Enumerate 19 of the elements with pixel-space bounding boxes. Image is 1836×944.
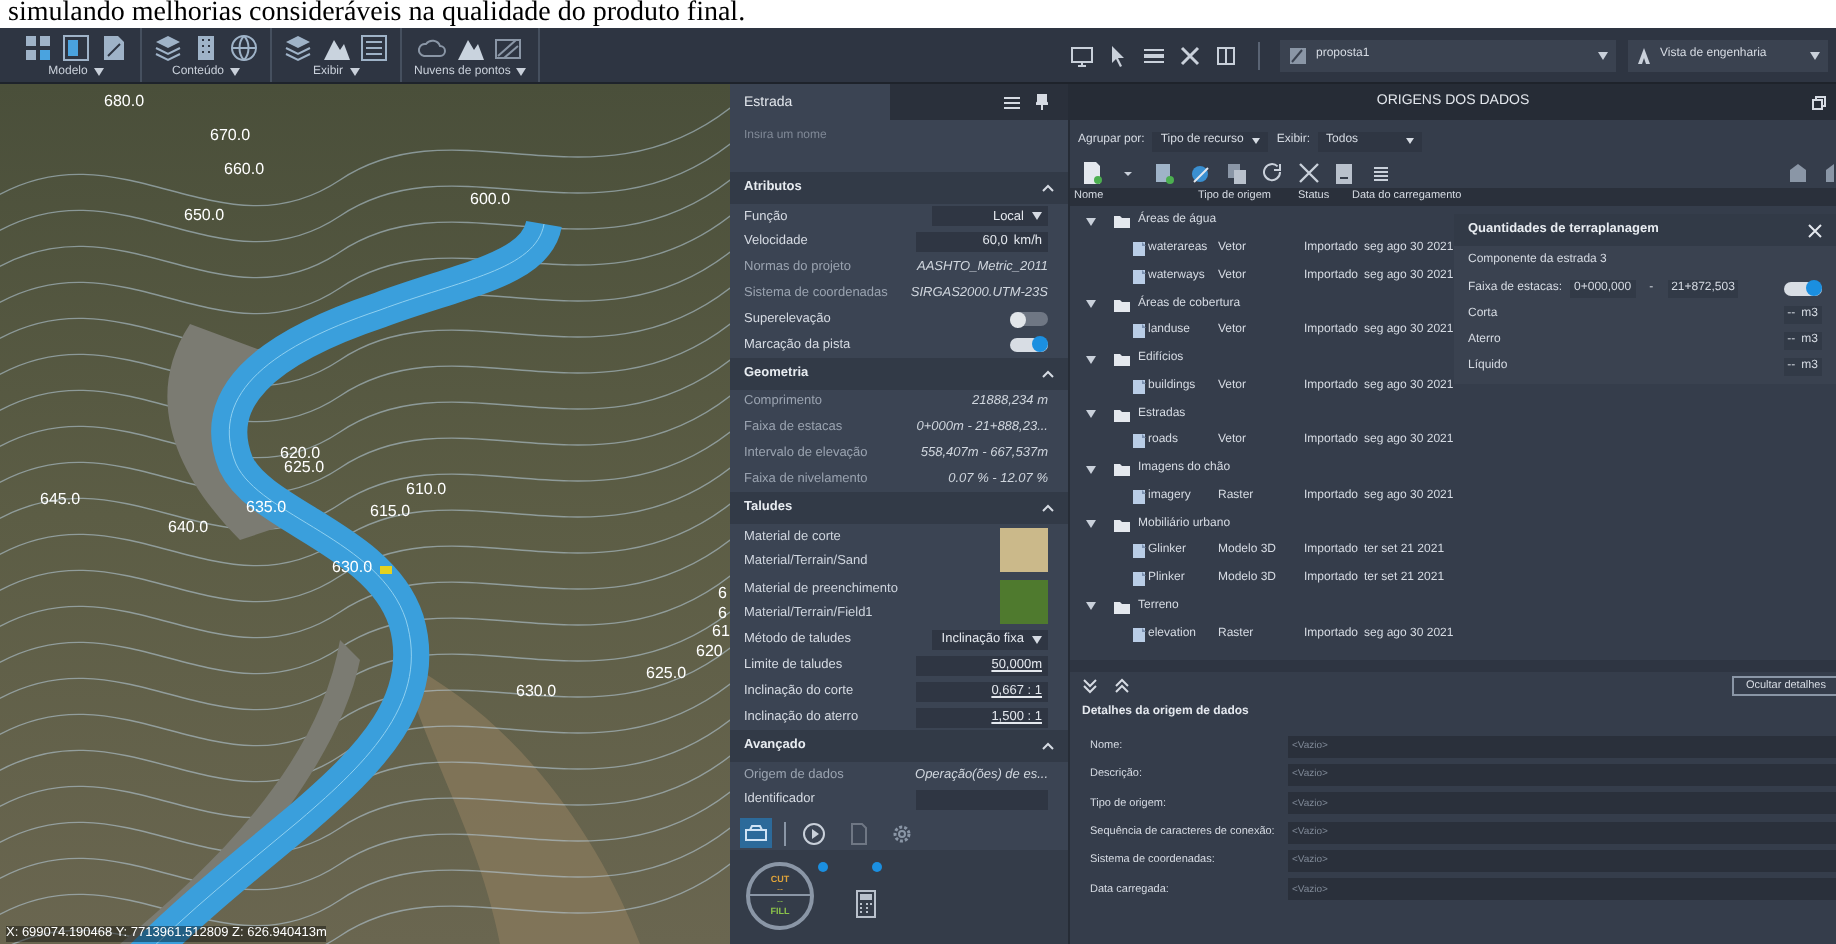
caption-text: simulando melhorias consideráveis na qualidade do produto final. (6, 0, 746, 28)
contour-label: 610.0 (406, 480, 447, 498)
contour-label: 645.0 (40, 490, 81, 508)
contour-label: 6 (718, 604, 727, 622)
contour-label: 620 (696, 642, 723, 660)
contour-label: 650.0 (184, 206, 225, 224)
contour-label: 615.0 (370, 502, 411, 520)
contour-label: 625.0 (284, 458, 325, 476)
contour-label: 600.0 (470, 190, 511, 208)
contour-label: 61 (712, 622, 730, 640)
contour-label: 6 (718, 584, 727, 602)
contour-label: 660.0 (224, 160, 265, 178)
contour-label: 670.0 (210, 126, 251, 144)
contour-label: 635.0 (246, 498, 287, 516)
contour-label: 620.0 (280, 444, 321, 462)
contour-label: 680.0 (104, 92, 145, 110)
contour-label: 625.0 (646, 664, 687, 682)
contour-label: 630.0 (516, 682, 557, 700)
contour-label: 640.0 (168, 518, 209, 536)
